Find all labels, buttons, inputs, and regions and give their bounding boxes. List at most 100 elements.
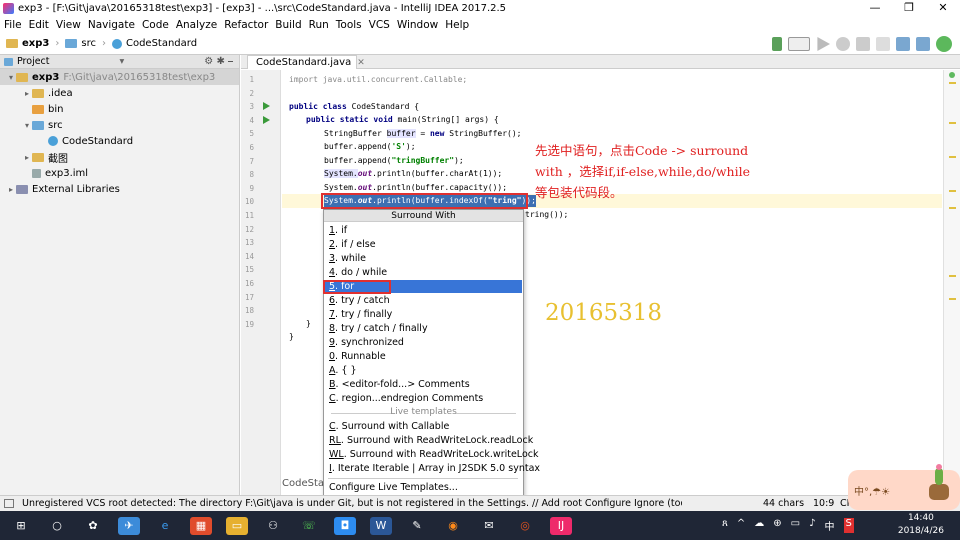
chevron-icon[interactable]: ▾ <box>22 121 32 130</box>
app-tiles-icon[interactable]: ▦ <box>190 516 212 535</box>
menu-navigate[interactable]: Navigate <box>88 19 135 31</box>
app-feather-icon[interactable]: ✈ <box>118 516 140 535</box>
sogou-icon[interactable]: S <box>843 518 854 533</box>
ubuntu-icon[interactable]: ◎ <box>514 517 536 535</box>
menu-view[interactable]: View <box>56 19 81 31</box>
ime-icon[interactable]: 中 <box>825 518 835 533</box>
build-icon[interactable] <box>772 37 782 51</box>
gear-icon[interactable]: ⚙ ✱ ⎯ <box>204 56 233 67</box>
tree-item[interactable]: ▸ External Libraries <box>0 181 239 197</box>
surround-option[interactable]: 8. try / catch / finally <box>325 322 522 335</box>
warning-mark[interactable] <box>949 207 956 209</box>
error-stripe[interactable] <box>943 70 960 495</box>
chevron-icon[interactable]: ▸ <box>22 89 32 98</box>
vcs-update-icon[interactable] <box>896 37 910 51</box>
breadcrumb-codestandard[interactable]: CodeStandard <box>111 38 197 49</box>
menu-edit[interactable]: Edit <box>29 19 49 31</box>
surround-option[interactable]: 7. try / finally <box>325 308 522 321</box>
warning-mark[interactable] <box>949 82 956 84</box>
surround-option[interactable]: WL. Surround with ReadWriteLock.writeLoc… <box>325 448 538 461</box>
maximize-button[interactable]: ❐ <box>892 0 926 17</box>
tree-item[interactable]: ▸ 截图 <box>0 149 239 165</box>
menu-analyze[interactable]: Analyze <box>176 19 217 31</box>
event-log-icon[interactable] <box>4 499 14 508</box>
caret-position[interactable]: 10:9 <box>813 498 834 509</box>
app-paint-icon[interactable]: ✎ <box>406 517 428 535</box>
tree-item[interactable]: CodeStandard <box>0 133 239 149</box>
warning-mark[interactable] <box>949 190 956 192</box>
mail-icon[interactable]: ✉ <box>478 517 500 535</box>
menu-vcs[interactable]: VCS <box>369 19 390 31</box>
project-panel-header[interactable]: Project ▾ ⚙ ✱ ⎯ <box>0 55 239 69</box>
surround-option[interactable]: B. <editor-fold...> Comments <box>325 378 522 391</box>
file-explorer-icon[interactable]: ▭ <box>226 516 248 535</box>
surround-option[interactable]: 9. synchronized <box>325 336 522 349</box>
inspection-ok-icon[interactable] <box>949 72 955 78</box>
tree-item[interactable]: ▾ exp3 F:\Git\java\20165318test\exp3 <box>0 69 239 85</box>
app-link-icon[interactable]: ⚇ <box>262 517 284 535</box>
surround-option[interactable]: 1. if <box>325 224 522 237</box>
taskbar-clock[interactable]: 14:40 2018/4/26 <box>898 512 944 538</box>
minimize-button[interactable]: — <box>858 0 892 17</box>
status-message[interactable]: Unregistered VCS root detected: The dire… <box>22 498 682 509</box>
surround-option[interactable]: 0. Runnable <box>325 350 522 363</box>
menu-tools[interactable]: Tools <box>336 19 362 31</box>
surround-option[interactable]: 6. try / catch <box>325 294 522 307</box>
menu-build[interactable]: Build <box>275 19 301 31</box>
warning-mark[interactable] <box>949 298 956 300</box>
chevron-up-icon[interactable]: ^ <box>737 518 745 533</box>
breadcrumb-exp3[interactable]: exp3 <box>6 38 49 49</box>
warning-mark[interactable] <box>949 156 956 158</box>
surround-option[interactable]: RL. Surround with ReadWriteLock.readLock <box>325 434 533 447</box>
project-structure-icon[interactable] <box>916 37 930 51</box>
search-icon[interactable]: ○ <box>46 517 68 535</box>
menu-run[interactable]: Run <box>309 19 329 31</box>
battery-icon[interactable]: ▭ <box>791 518 800 533</box>
plugin-badge-icon[interactable] <box>936 36 952 52</box>
surround-option[interactable]: I. Iterate Iterable | Array in J2SDK 5.0… <box>325 462 540 475</box>
surround-option[interactable]: 2. if / else <box>325 238 522 251</box>
run-gutter-icon[interactable] <box>263 102 270 111</box>
chevron-down-icon[interactable]: ▾ <box>120 56 125 67</box>
surround-option[interactable]: C. region...endregion Comments <box>325 392 522 405</box>
debug-icon[interactable] <box>836 37 850 51</box>
cloud-icon[interactable]: ☁ <box>754 518 764 533</box>
network-icon[interactable]: ⊕ <box>773 518 781 533</box>
tree-item[interactable]: exp3.iml <box>0 165 239 181</box>
close-icon[interactable]: ✕ <box>357 58 365 68</box>
run-config-dropdown[interactable] <box>788 37 810 51</box>
menu-code[interactable]: Code <box>142 19 169 31</box>
menu-help[interactable]: Help <box>445 19 469 31</box>
menu-window[interactable]: Window <box>397 19 438 31</box>
editor-breadcrumb[interactable]: CodeSta <box>282 478 342 494</box>
tree-item[interactable]: ▾ src <box>0 117 239 133</box>
menu-refactor[interactable]: Refactor <box>224 19 268 31</box>
breadcrumb-src[interactable]: src <box>65 38 96 49</box>
app-blue-icon[interactable]: ◘ <box>334 516 356 535</box>
windows-start-icon[interactable]: ⊞ <box>10 517 32 535</box>
surround-option[interactable]: 4. do / while <box>325 266 522 279</box>
volume-icon[interactable]: ♪ <box>809 518 815 533</box>
run-gutter-icon[interactable] <box>263 115 270 124</box>
tree-item[interactable]: bin <box>0 101 239 117</box>
tree-item[interactable]: ▸ .idea <box>0 85 239 101</box>
configure-live-templates[interactable]: Configure Live Templates... <box>325 481 522 494</box>
wechat-icon[interactable]: ☏ <box>298 517 320 535</box>
firefox-icon[interactable]: ◉ <box>442 517 464 535</box>
surround-option[interactable]: 3. while <box>325 252 522 265</box>
run-icon[interactable] <box>817 37 830 51</box>
warning-mark[interactable] <box>949 275 956 277</box>
stop-icon[interactable] <box>876 37 890 51</box>
app-pinwheel-icon[interactable]: ✿ <box>82 517 104 535</box>
warning-mark[interactable] <box>949 122 956 124</box>
chevron-icon[interactable]: ▸ <box>22 153 32 162</box>
coverage-icon[interactable] <box>856 37 870 51</box>
chevron-icon[interactable]: ▸ <box>6 185 16 194</box>
intellij-taskbar-icon[interactable]: IJ <box>550 516 572 535</box>
word-icon[interactable]: W <box>370 516 392 535</box>
close-button[interactable]: ✕ <box>926 0 960 17</box>
surround-option[interactable]: C. Surround with Callable <box>325 420 522 433</box>
chevron-icon[interactable]: ▾ <box>6 73 16 82</box>
edge-browser-icon[interactable]: e <box>154 517 176 535</box>
line-gutter[interactable]: 1 2 3 4 5 6 7 8 9 10 11 12 13 14 15 16 17 18 19 <box>241 70 281 495</box>
